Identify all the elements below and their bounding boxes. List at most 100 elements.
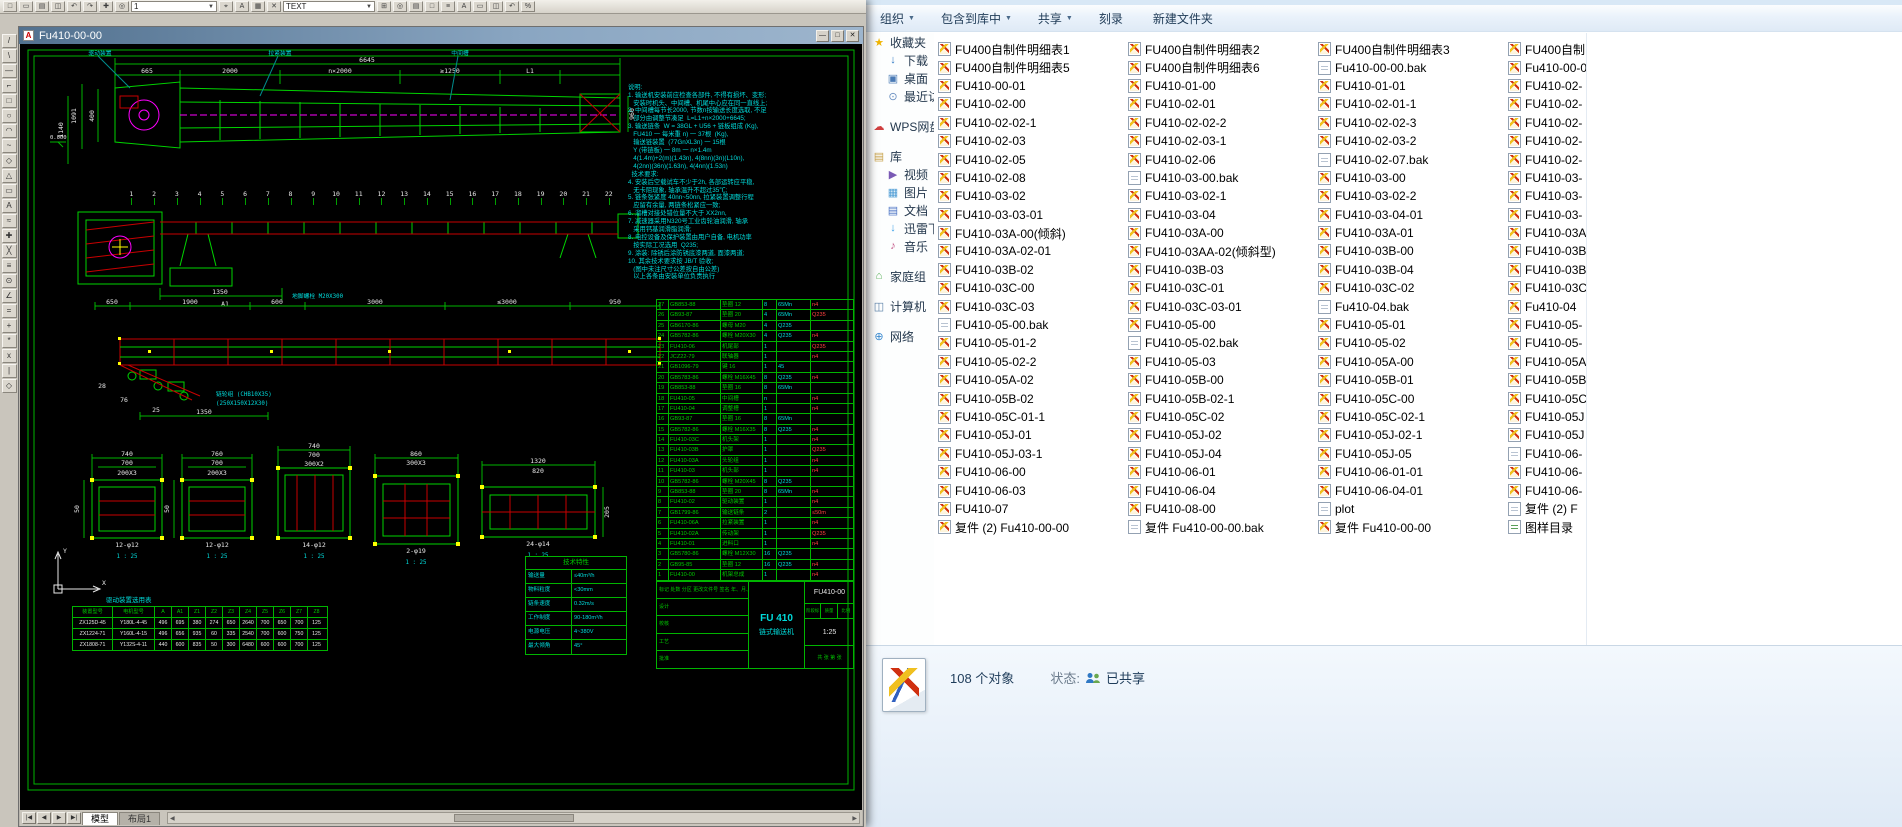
file-item[interactable]: FU410-06-04 bbox=[1126, 481, 1316, 499]
file-item[interactable]: FU410-05J-01 bbox=[936, 426, 1126, 444]
file-item[interactable]: FU410-06-00 bbox=[936, 463, 1126, 481]
file-item[interactable]: FU410-02-03 bbox=[936, 132, 1126, 150]
file-item[interactable]: FU410-03A bbox=[1506, 224, 1586, 242]
file-item[interactable]: FU410-05J bbox=[1506, 408, 1586, 426]
draw-tool-icon[interactable]: ◠ bbox=[2, 124, 17, 138]
nav-item[interactable]: ▶ 视频 bbox=[866, 165, 934, 183]
file-item[interactable]: 复件 Fu410-00-00.bak bbox=[1126, 518, 1316, 536]
file-item[interactable]: FU410-03-02 bbox=[936, 187, 1126, 205]
toolbar-icon[interactable]: □ bbox=[425, 1, 439, 12]
file-item[interactable]: FU410-06- bbox=[1506, 463, 1586, 481]
draw-tool-icon[interactable]: / bbox=[2, 34, 17, 48]
file-item[interactable]: FU410-03A-02-01 bbox=[936, 242, 1126, 260]
file-item[interactable]: FU410-03-00.bak bbox=[1126, 169, 1316, 187]
file-item[interactable]: FU410-02- bbox=[1506, 95, 1586, 113]
file-item[interactable]: FU410-05-01 bbox=[1316, 316, 1506, 334]
file-item[interactable]: FU410-03C bbox=[1506, 279, 1586, 297]
file-item[interactable]: FU410-02-05 bbox=[936, 150, 1126, 168]
file-item[interactable]: FU410-02- bbox=[1506, 77, 1586, 95]
toolbar-icon[interactable]: ◫ bbox=[51, 1, 65, 12]
tab-nav-button[interactable]: ▶ bbox=[52, 812, 66, 824]
toolbar-icon[interactable]: ✕ bbox=[267, 1, 281, 12]
file-item[interactable]: FU410-05-02.bak bbox=[1126, 334, 1316, 352]
draw-tool-icon[interactable]: = bbox=[2, 304, 17, 318]
nav-item[interactable]: ◫ 计算机 bbox=[866, 297, 934, 315]
draw-tool-icon[interactable]: ◇ bbox=[2, 154, 17, 168]
file-item[interactable]: FU410-03-03-01 bbox=[936, 206, 1126, 224]
file-item[interactable]: FU410-02-02-1 bbox=[936, 114, 1126, 132]
tab-layout1[interactable]: 布局1 bbox=[119, 812, 160, 825]
nav-item[interactable]: ▤ 库 bbox=[866, 147, 934, 165]
drawing-titlebar[interactable]: A Fu410-00-00 —□✕ bbox=[19, 27, 863, 44]
file-item[interactable]: FU410-03C-03 bbox=[936, 297, 1126, 315]
file-item[interactable]: FU410-03AA-02(倾斜型) bbox=[1126, 242, 1316, 260]
nav-item[interactable]: ⊕ 网络 bbox=[866, 327, 934, 345]
file-item[interactable]: Fu410-00-0 bbox=[1506, 58, 1586, 76]
file-item[interactable]: FU410-06-01-01 bbox=[1316, 463, 1506, 481]
draw-tool-icon[interactable]: ∠ bbox=[2, 289, 17, 303]
file-item[interactable]: FU410-05C-02 bbox=[1126, 408, 1316, 426]
file-item[interactable]: FU410-05J-02 bbox=[1126, 426, 1316, 444]
file-item[interactable]: FU410-01-01 bbox=[1316, 77, 1506, 95]
file-item[interactable]: FU410-05J-05 bbox=[1316, 445, 1506, 463]
file-item[interactable]: FU400自制件明细表3 bbox=[1316, 40, 1506, 58]
file-item[interactable]: FU410-08-00 bbox=[1126, 500, 1316, 518]
file-item[interactable]: FU410-05J-02-1 bbox=[1316, 426, 1506, 444]
file-item[interactable]: FU410-03A-00 bbox=[1126, 224, 1316, 242]
file-item[interactable]: FU400自制件明细表2 bbox=[1126, 40, 1316, 58]
file-item[interactable]: FU410-02-01-1 bbox=[1316, 95, 1506, 113]
nav-item[interactable]: ↓ 迅雷下载 bbox=[866, 219, 934, 237]
nav-item[interactable]: ☁ WPS网盘 bbox=[866, 117, 934, 135]
file-item[interactable]: FU410-05B-01 bbox=[1316, 371, 1506, 389]
file-item[interactable]: FU410-05C bbox=[1506, 389, 1586, 407]
window-button[interactable]: — bbox=[816, 30, 829, 42]
file-item[interactable]: FU410-03B-03 bbox=[1126, 261, 1316, 279]
file-item[interactable]: FU410-03B-04 bbox=[1316, 261, 1506, 279]
horizontal-scrollbar[interactable]: ◀ ▶ bbox=[167, 812, 860, 824]
file-item[interactable]: FU410-03A-00(倾斜) bbox=[936, 224, 1126, 242]
file-item[interactable]: FU410-06- bbox=[1506, 445, 1586, 463]
nav-item[interactable]: ⌂ 家庭组 bbox=[866, 267, 934, 285]
window-button[interactable]: ✕ bbox=[846, 30, 859, 42]
file-item[interactable]: 复件 (2) Fu410-00-00 bbox=[936, 518, 1126, 536]
file-item[interactable]: FU410-02-07.bak bbox=[1316, 150, 1506, 168]
layer-combo[interactable]: 1 ▼ bbox=[131, 1, 217, 12]
toolbar-icon[interactable]: A bbox=[235, 1, 249, 12]
file-item[interactable]: FU410-02-03-1 bbox=[1126, 132, 1316, 150]
file-item[interactable]: FU410-05-02-2 bbox=[936, 353, 1126, 371]
file-item[interactable]: FU410-02-03-2 bbox=[1316, 132, 1506, 150]
file-item[interactable]: FU410-05- bbox=[1506, 316, 1586, 334]
file-item[interactable]: FU410-03A-01 bbox=[1316, 224, 1506, 242]
file-item[interactable]: FU410-01-00 bbox=[1126, 77, 1316, 95]
file-item[interactable]: FU410-02-00 bbox=[936, 95, 1126, 113]
toolbar-icon[interactable]: ↶ bbox=[67, 1, 81, 12]
toolbar-icon[interactable]: A bbox=[457, 1, 471, 12]
file-item[interactable]: FU400自制件明细表1 bbox=[936, 40, 1126, 58]
toolbar-icon[interactable]: ▭ bbox=[473, 1, 487, 12]
toolbar-icon[interactable]: ≡ bbox=[441, 1, 455, 12]
draw-tool-icon[interactable]: ⊙ bbox=[2, 274, 17, 288]
draw-tool-icon[interactable]: ○ bbox=[2, 109, 17, 123]
draw-tool-icon[interactable]: ◇ bbox=[2, 379, 17, 393]
file-item[interactable]: FU410-03B bbox=[1506, 242, 1586, 260]
file-item[interactable]: FU410-03C-03-01 bbox=[1126, 297, 1316, 315]
file-item[interactable]: FU410-03-04 bbox=[1126, 206, 1316, 224]
nav-item[interactable]: ▣ 桌面 bbox=[866, 69, 934, 87]
command-bar-button[interactable]: 包含到库中 ▼ bbox=[941, 10, 1012, 27]
file-item[interactable]: FU410-05A bbox=[1506, 353, 1586, 371]
nav-item[interactable]: ▦ 图片 bbox=[866, 183, 934, 201]
draw-tool-icon[interactable]: | bbox=[2, 364, 17, 378]
file-item[interactable]: FU410-02-02-2 bbox=[1126, 114, 1316, 132]
file-item[interactable]: FU410-03B-00 bbox=[1316, 242, 1506, 260]
file-item[interactable]: Fu410-04 bbox=[1506, 297, 1586, 315]
toolbar-icon[interactable]: ✚ bbox=[99, 1, 113, 12]
file-item[interactable]: FU410-03C-00 bbox=[936, 279, 1126, 297]
file-item[interactable]: FU410-05-00 bbox=[1126, 316, 1316, 334]
file-item[interactable]: FU410-05A-00 bbox=[1316, 353, 1506, 371]
text-style-combo[interactable]: TEXT ▼ bbox=[283, 1, 375, 12]
file-item[interactable]: 图样目录 bbox=[1506, 518, 1586, 536]
file-item[interactable]: Fu410-00-00.bak bbox=[1316, 58, 1506, 76]
tab-nav-button[interactable]: ▶| bbox=[67, 812, 81, 824]
file-item[interactable]: FU410-03- bbox=[1506, 187, 1586, 205]
toolbar-icon[interactable]: ⊞ bbox=[377, 1, 391, 12]
